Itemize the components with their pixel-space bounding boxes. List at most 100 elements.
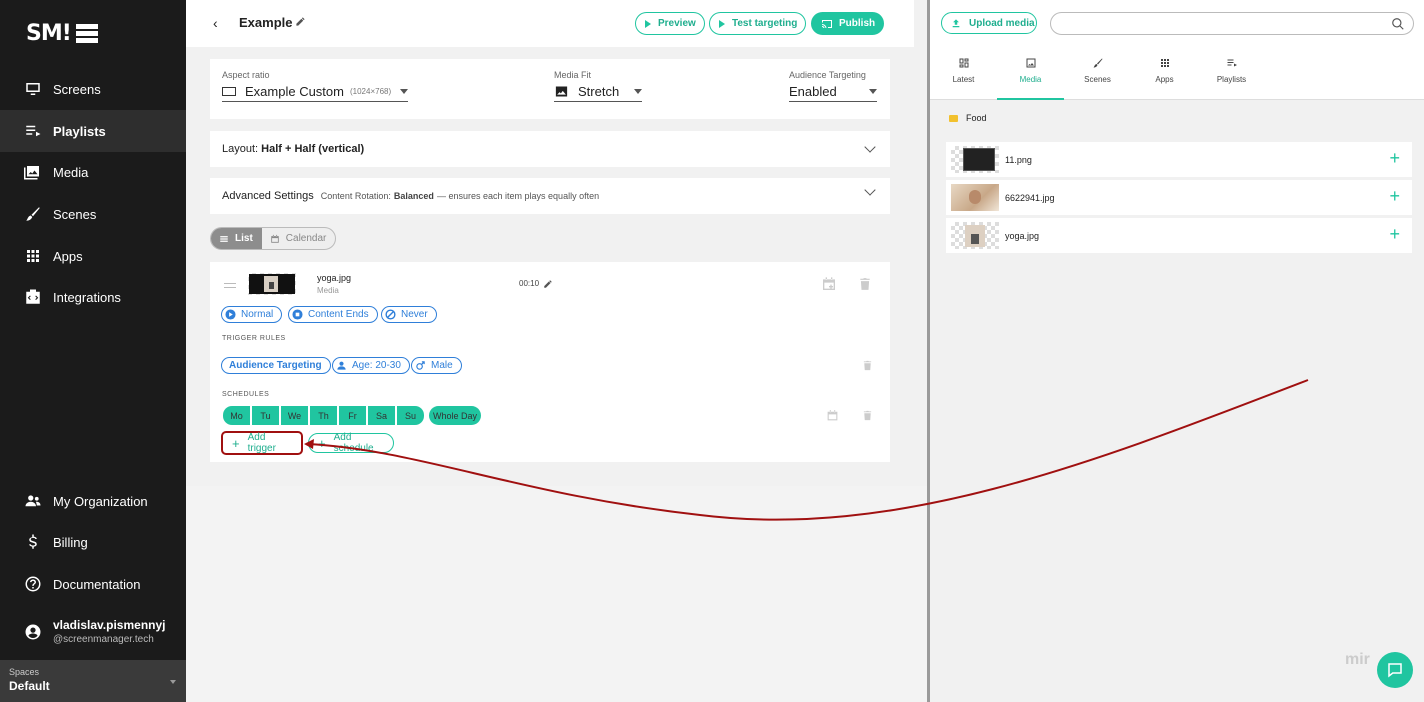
publish-button[interactable]: Publish (811, 12, 885, 35)
file-name: yoga.jpg (1005, 230, 1040, 241)
layout-value: Half + Half (vertical) (261, 143, 365, 155)
plus-icon: + (232, 435, 240, 451)
chevron-down-icon[interactable] (864, 184, 876, 196)
end-condition-chip[interactable]: Content Ends (288, 306, 378, 323)
edit-icon[interactable] (295, 16, 306, 27)
audience-targeting-chip[interactable]: Audience Targeting (221, 357, 331, 374)
day-thursday[interactable]: Th (310, 406, 337, 425)
day-sunday[interactable]: Su (397, 406, 424, 425)
image-library-icon (1026, 58, 1035, 68)
tab-latest[interactable]: Latest (930, 57, 997, 100)
nav-label: Scenes (53, 206, 97, 222)
tab-calendar[interactable]: Calendar (262, 228, 336, 249)
file-thumbnail (951, 222, 999, 249)
media-file-row[interactable]: yoga.jpg + (946, 218, 1412, 253)
nav-billing[interactable]: Billing (0, 521, 186, 563)
item-type: Media (317, 286, 339, 295)
back-arrow-icon[interactable]: ‹ (213, 15, 218, 31)
layout-panel[interactable]: Layout: Half + Half (vertical) (210, 131, 890, 167)
calendar-add-icon[interactable] (821, 276, 837, 292)
day-wednesday[interactable]: We (281, 406, 308, 425)
app-logo[interactable]: SM! (26, 21, 98, 46)
nav-label: Screens (53, 81, 101, 97)
upload-icon (952, 18, 960, 27)
upload-media-button[interactable]: Upload media (941, 12, 1037, 34)
play-circle-icon (225, 309, 236, 320)
media-fit-field[interactable]: Media Fit Stretch (554, 70, 642, 102)
nav-label: Documentation (53, 576, 141, 592)
gender-chip[interactable]: Male (411, 357, 462, 374)
test-targeting-button[interactable]: Test targeting (709, 12, 807, 35)
media-file-row[interactable]: 6622941.jpg + (946, 180, 1412, 215)
chip-label: Never (401, 309, 428, 320)
search-input[interactable] (1050, 12, 1414, 35)
add-to-playlist-icon[interactable]: + (1389, 149, 1400, 167)
nav-apps[interactable]: Apps (0, 235, 186, 277)
playlist-icon (26, 125, 41, 137)
tab-apps[interactable]: Apps (1131, 57, 1198, 100)
nav-media[interactable]: Media (0, 151, 186, 193)
day-friday[interactable]: Fr (339, 406, 366, 425)
preview-button[interactable]: Preview (635, 12, 705, 35)
folder-food[interactable]: Food (949, 113, 987, 123)
add-to-playlist-icon[interactable]: + (1389, 187, 1400, 205)
schedule-calendar-icon[interactable] (826, 409, 839, 422)
chevron-down-icon[interactable] (864, 141, 876, 153)
tab-playlists[interactable]: Playlists (1198, 57, 1265, 100)
account-circle-icon (25, 624, 41, 639)
tab-label: Media (1019, 75, 1042, 84)
dashboard-icon (959, 58, 968, 68)
audience-targeting-select[interactable]: Enabled (789, 84, 877, 102)
tab-media[interactable]: Media (997, 57, 1064, 100)
day-monday[interactable]: Mo (223, 406, 250, 425)
aspect-ratio-field[interactable]: Aspect ratio Example Custom (1024×768) (222, 70, 408, 102)
view-toggle[interactable]: List Calendar (210, 227, 337, 250)
edit-duration-icon[interactable] (543, 279, 553, 289)
audience-targeting-label: Audience Targeting (789, 70, 866, 80)
panel-divider[interactable] (927, 0, 930, 702)
content-background (186, 486, 927, 702)
tab-scenes[interactable]: Scenes (1064, 57, 1131, 100)
test-targeting-label: Test targeting (732, 18, 798, 29)
aspect-ratio-select[interactable]: Example Custom (1024×768) (222, 84, 408, 102)
delete-trigger-icon[interactable] (862, 359, 873, 372)
media-fit-select[interactable]: Stretch (554, 84, 642, 102)
advanced-settings-text: Advanced Settings Content Rotation: Bala… (222, 190, 599, 202)
add-schedule-button[interactable]: + Add schedule (308, 432, 394, 454)
nav-documentation[interactable]: Documentation (0, 563, 186, 605)
nav-playlists[interactable]: Playlists (0, 110, 186, 152)
chevron-down-icon (400, 89, 408, 94)
day-saturday[interactable]: Sa (368, 406, 395, 425)
add-trigger-button[interactable]: + Add trigger (221, 431, 303, 455)
nav-label: Playlists (53, 123, 106, 139)
dollar-icon (29, 534, 37, 549)
chat-button[interactable] (1377, 652, 1413, 688)
list-icon (220, 235, 228, 242)
nav-scenes[interactable]: Scenes (0, 193, 186, 235)
trigger-rules-heading: TRIGGER RULES (222, 335, 286, 342)
help-icon (25, 576, 41, 592)
audience-targeting-field[interactable]: Audience Targeting Enabled (789, 70, 877, 102)
add-to-playlist-icon[interactable]: + (1389, 225, 1400, 243)
media-thumbnail (248, 273, 296, 295)
expiry-chip[interactable]: Never (381, 306, 437, 323)
user-profile[interactable]: vladislav.pismennyj @screenmanager.tech (24, 618, 166, 645)
whole-day-chip[interactable]: Whole Day (429, 406, 481, 425)
nav-integrations[interactable]: Integrations (0, 276, 186, 318)
day-tuesday[interactable]: Tu (252, 406, 279, 425)
male-icon (416, 361, 425, 370)
playlist-icon (1227, 59, 1237, 67)
delete-icon[interactable] (858, 276, 872, 292)
spaces-selector[interactable]: Spaces Default (0, 660, 186, 702)
media-file-row[interactable]: 11.png + (946, 142, 1412, 177)
age-chip[interactable]: Age: 20-30 (332, 357, 410, 374)
integration-icon (26, 289, 40, 304)
schedules-heading: SCHEDULES (222, 391, 270, 398)
playback-mode-chip[interactable]: Normal (221, 306, 283, 323)
nav-my-organization[interactable]: My Organization (0, 480, 186, 522)
nav-screens[interactable]: Screens (0, 68, 186, 110)
drag-handle-icon[interactable] (224, 283, 236, 288)
advanced-settings-panel[interactable]: Advanced Settings Content Rotation: Bala… (210, 178, 890, 214)
delete-schedule-icon[interactable] (862, 409, 873, 422)
tab-list[interactable]: List (211, 228, 262, 249)
